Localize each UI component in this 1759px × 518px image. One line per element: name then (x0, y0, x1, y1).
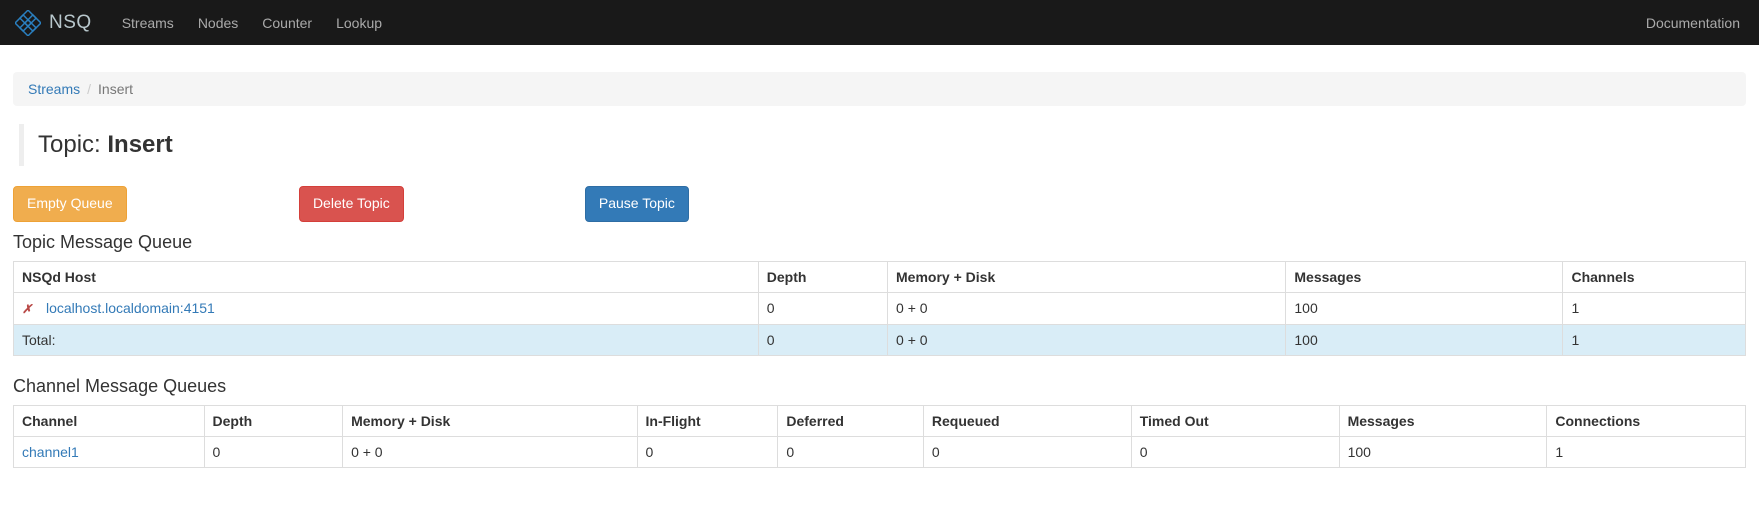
cell-messages: 100 (1339, 436, 1547, 467)
topic-message-queue-table: NSQd Host Depth Memory + Disk Messages C… (13, 261, 1746, 356)
cell-memdisk: 0 + 0 (343, 436, 637, 467)
th-channel: Channel (14, 405, 205, 436)
empty-queue-button[interactable]: Empty Queue (13, 186, 127, 222)
nsq-logo-icon (15, 10, 41, 36)
cell-channels: 1 (1563, 292, 1746, 324)
nav-counter[interactable]: Counter (250, 1, 324, 45)
th-requeued: Requeued (923, 405, 1131, 436)
brand-link[interactable]: NSQ (15, 10, 92, 36)
action-button-row: Empty Queue Delete Topic Pause Topic (13, 186, 1746, 222)
th-host: NSQd Host (14, 261, 759, 292)
th-memdisk: Memory + Disk (343, 405, 637, 436)
channel-message-queues-table: Channel Depth Memory + Disk In-Flight De… (13, 405, 1746, 468)
col-delete: Delete Topic (299, 186, 585, 222)
th-channels: Channels (1563, 261, 1746, 292)
breadcrumb-link-streams[interactable]: Streams (28, 81, 80, 97)
breadcrumb-item-streams: Streams (28, 81, 80, 97)
main-container: Streams / Insert Topic: Insert Empty Que… (0, 45, 1759, 501)
cell-host: ✗ localhost.localdomain:4151 (14, 292, 759, 324)
breadcrumb-separator: / (80, 81, 98, 97)
nav-streams[interactable]: Streams (110, 1, 186, 45)
nav-links: Streams Nodes Counter Lookup (110, 1, 394, 45)
cell-timedout: 0 (1131, 436, 1339, 467)
th-connections: Connections (1547, 405, 1746, 436)
cell-deferred: 0 (778, 436, 924, 467)
table-row: ✗ localhost.localdomain:4151 0 0 + 0 100… (14, 292, 1746, 324)
pause-topic-button[interactable]: Pause Topic (585, 186, 689, 222)
cell-messages: 100 (1286, 292, 1563, 324)
th-messages: Messages (1339, 405, 1547, 436)
cell-memdisk: 0 + 0 (888, 292, 1286, 324)
navbar: NSQ Streams Nodes Counter Lookup Documen… (0, 0, 1759, 45)
topic-message-queue-heading: Topic Message Queue (13, 232, 1746, 253)
table-total-row: Total: 0 0 + 0 100 1 (14, 324, 1746, 355)
page-title: Topic: Insert (38, 131, 1746, 159)
breadcrumb: Streams / Insert (13, 72, 1746, 106)
th-memdisk: Memory + Disk (888, 261, 1286, 292)
col-empty: Empty Queue (13, 186, 299, 222)
cell-total-messages: 100 (1286, 324, 1563, 355)
th-deferred: Deferred (778, 405, 924, 436)
cell-depth: 0 (758, 292, 887, 324)
th-depth: Depth (204, 405, 343, 436)
cell-channel: channel1 (14, 436, 205, 467)
cell-depth: 0 (204, 436, 343, 467)
table-header-row: NSQd Host Depth Memory + Disk Messages C… (14, 261, 1746, 292)
cell-total-depth: 0 (758, 324, 887, 355)
cell-requeued: 0 (923, 436, 1131, 467)
cell-inflight: 0 (637, 436, 778, 467)
delete-topic-button[interactable]: Delete Topic (299, 186, 404, 222)
col-pause: Pause Topic (585, 186, 871, 222)
brand-label: NSQ (49, 12, 92, 34)
nav-left: NSQ Streams Nodes Counter Lookup (15, 1, 394, 45)
channel-link[interactable]: channel1 (22, 444, 79, 460)
topic-header-block: Topic: Insert (19, 124, 1746, 166)
remove-host-button[interactable]: ✗ (22, 302, 32, 316)
cell-connections: 1 (1547, 436, 1746, 467)
channel-message-queues-heading: Channel Message Queues (13, 376, 1746, 397)
cell-total-memdisk: 0 + 0 (888, 324, 1286, 355)
nav-nodes[interactable]: Nodes (186, 1, 250, 45)
topic-prefix: Topic: (38, 131, 107, 158)
topic-name: Insert (107, 131, 172, 158)
th-timedout: Timed Out (1131, 405, 1339, 436)
th-messages: Messages (1286, 261, 1563, 292)
th-inflight: In-Flight (637, 405, 778, 436)
nav-documentation[interactable]: Documentation (1642, 1, 1744, 45)
host-link[interactable]: localhost.localdomain:4151 (46, 300, 215, 316)
table-row: channel1 0 0 + 0 0 0 0 0 100 1 (14, 436, 1746, 467)
breadcrumb-item-current: Insert (98, 81, 133, 97)
th-depth: Depth (758, 261, 887, 292)
table-header-row: Channel Depth Memory + Disk In-Flight De… (14, 405, 1746, 436)
cell-total-label: Total: (14, 324, 759, 355)
nav-lookup[interactable]: Lookup (324, 1, 394, 45)
cell-total-channels: 1 (1563, 324, 1746, 355)
